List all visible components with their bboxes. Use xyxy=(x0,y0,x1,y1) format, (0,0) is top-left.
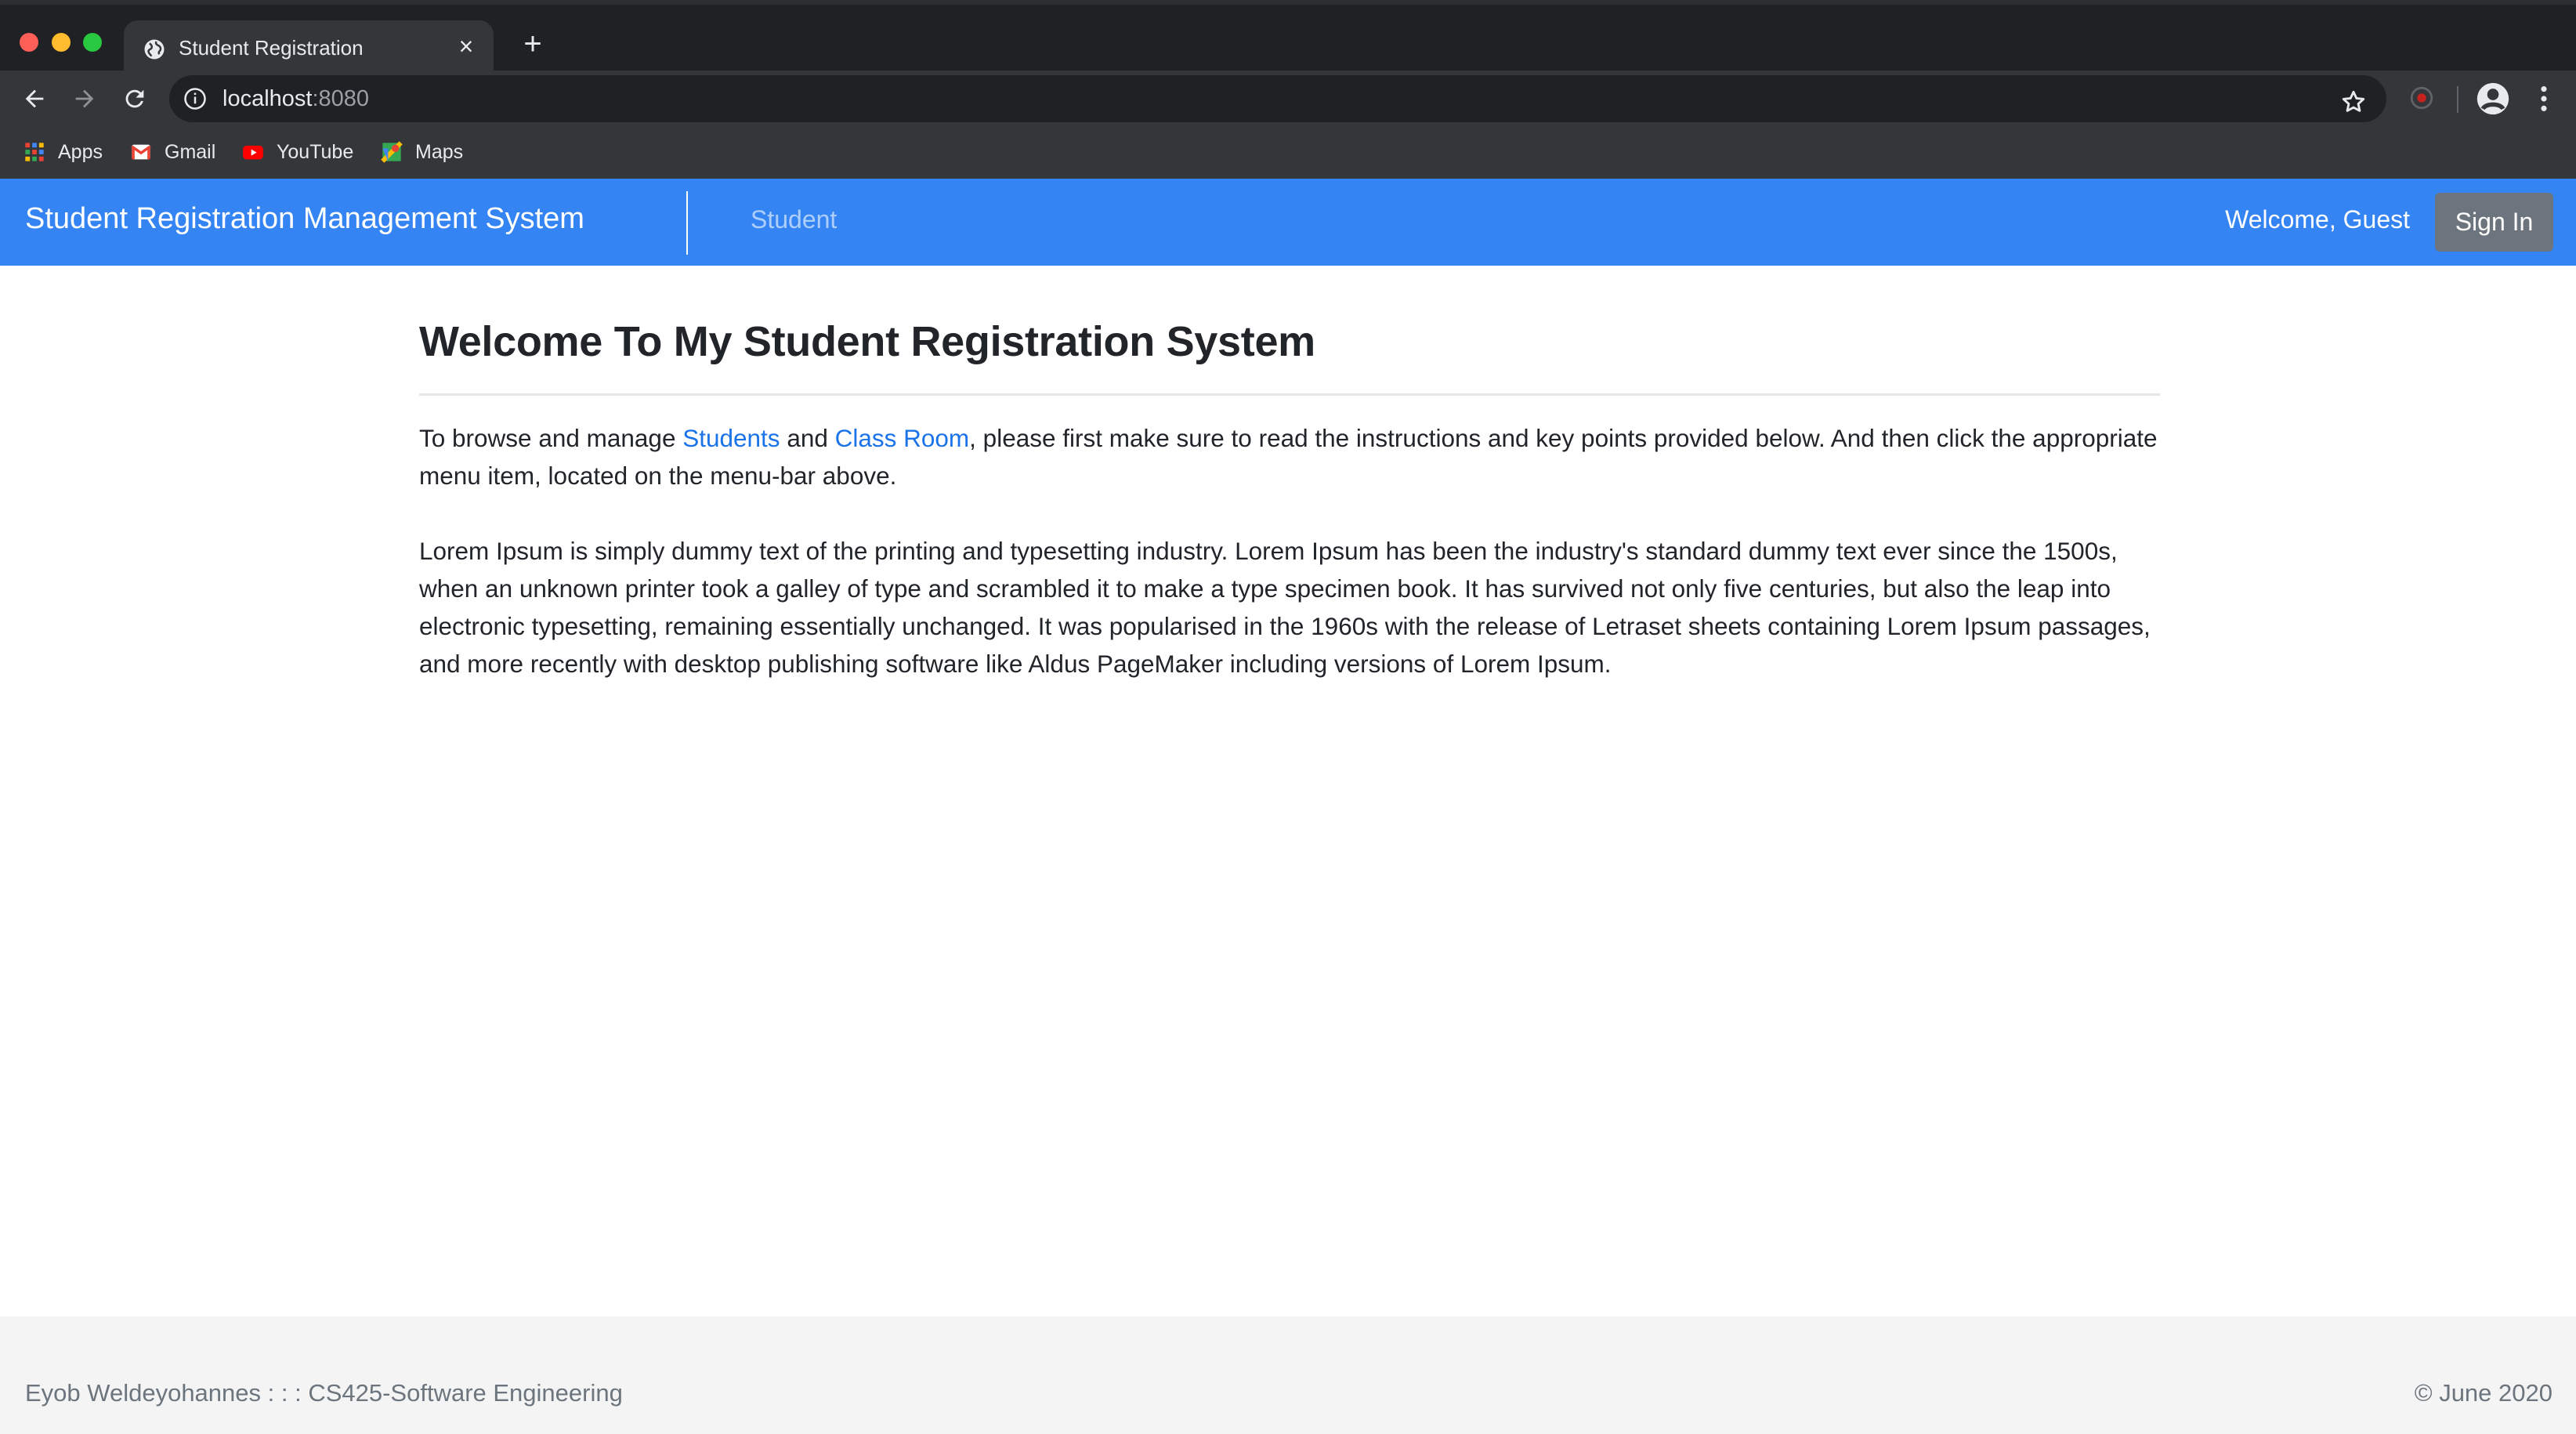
info-icon[interactable] xyxy=(183,87,207,110)
browser-toolbar: localhost:8080 xyxy=(0,71,2576,127)
arrow-left-icon xyxy=(25,89,44,108)
globe-icon xyxy=(144,39,165,60)
browser-tab-active[interactable]: Student Registration × xyxy=(124,20,494,75)
students-link[interactable]: Students xyxy=(682,424,780,452)
address-bar[interactable]: localhost:8080 xyxy=(169,75,2386,122)
more-menu-icon[interactable] xyxy=(2531,81,2557,116)
footer-author: Eyob Weldeyohannes : : : CS425-Software … xyxy=(25,1379,623,1407)
navbar-divider xyxy=(686,191,688,255)
sign-in-button[interactable]: Sign In xyxy=(2435,193,2553,252)
bookmark-apps[interactable]: Apps xyxy=(24,138,103,166)
minimize-window-button[interactable] xyxy=(52,33,71,52)
youtube-icon xyxy=(243,145,263,160)
forward-button[interactable] xyxy=(67,81,102,116)
reload-button[interactable] xyxy=(118,81,152,116)
welcome-text: Welcome, Guest xyxy=(2225,205,2410,234)
bookmarks-bar: Apps Gmail YouTube Maps xyxy=(0,127,2576,179)
bookmark-maps[interactable]: Maps xyxy=(381,138,463,166)
bookmark-label: Apps xyxy=(58,140,103,163)
gmail-icon xyxy=(131,144,151,160)
url-port: :8080 xyxy=(312,86,370,111)
url-text[interactable]: localhost:8080 xyxy=(223,86,369,112)
class-room-link[interactable]: Class Room xyxy=(835,424,970,452)
profile-avatar-icon[interactable] xyxy=(2476,81,2510,116)
bookmark-label: Maps xyxy=(415,140,464,163)
title-divider xyxy=(419,393,2160,396)
page-title: Welcome To My Student Registration Syste… xyxy=(419,318,1315,365)
new-tab-button[interactable]: + xyxy=(517,28,548,61)
close-window-button[interactable] xyxy=(20,33,38,52)
nav-student-link[interactable]: Student xyxy=(751,205,837,234)
apps-grid-icon xyxy=(25,143,44,161)
url-host: localhost xyxy=(223,86,313,111)
bookmark-star-icon[interactable] xyxy=(2340,89,2367,115)
bookmark-label: Gmail xyxy=(165,140,216,163)
tab-close-icon[interactable]: × xyxy=(453,33,479,60)
bookmark-label: YouTube xyxy=(277,140,354,163)
intro-paragraph: To browse and manage Students and Class … xyxy=(419,419,2160,494)
bookmark-gmail[interactable]: Gmail xyxy=(130,138,215,166)
browser-chrome: Student Registration × + localhost:8080 xyxy=(0,0,2576,179)
extension-icon[interactable] xyxy=(2408,85,2435,111)
arrow-right-icon xyxy=(75,89,94,108)
maximize-window-button[interactable] xyxy=(83,33,102,52)
footer-copyright: © June 2020 xyxy=(2414,1379,2552,1407)
lorem-paragraph: Lorem Ipsum is simply dummy text of the … xyxy=(419,537,2151,678)
page-footer: Eyob Weldeyohannes : : : CS425-Software … xyxy=(0,1316,2576,1434)
app-navbar: Student Registration Management System S… xyxy=(0,179,2576,266)
bookmark-youtube[interactable]: YouTube xyxy=(242,138,353,166)
reload-icon xyxy=(125,89,144,108)
toolbar-separator xyxy=(2457,86,2458,113)
intro-text-before: To browse and manage xyxy=(419,424,683,452)
intro-text-between: and xyxy=(780,424,835,452)
tab-strip: Student Registration × + xyxy=(0,0,2576,75)
maps-icon xyxy=(381,141,403,163)
back-button[interactable] xyxy=(17,81,52,116)
brand-link[interactable]: Student Registration Management System xyxy=(25,202,584,236)
tab-title: Student Registration xyxy=(179,36,364,60)
